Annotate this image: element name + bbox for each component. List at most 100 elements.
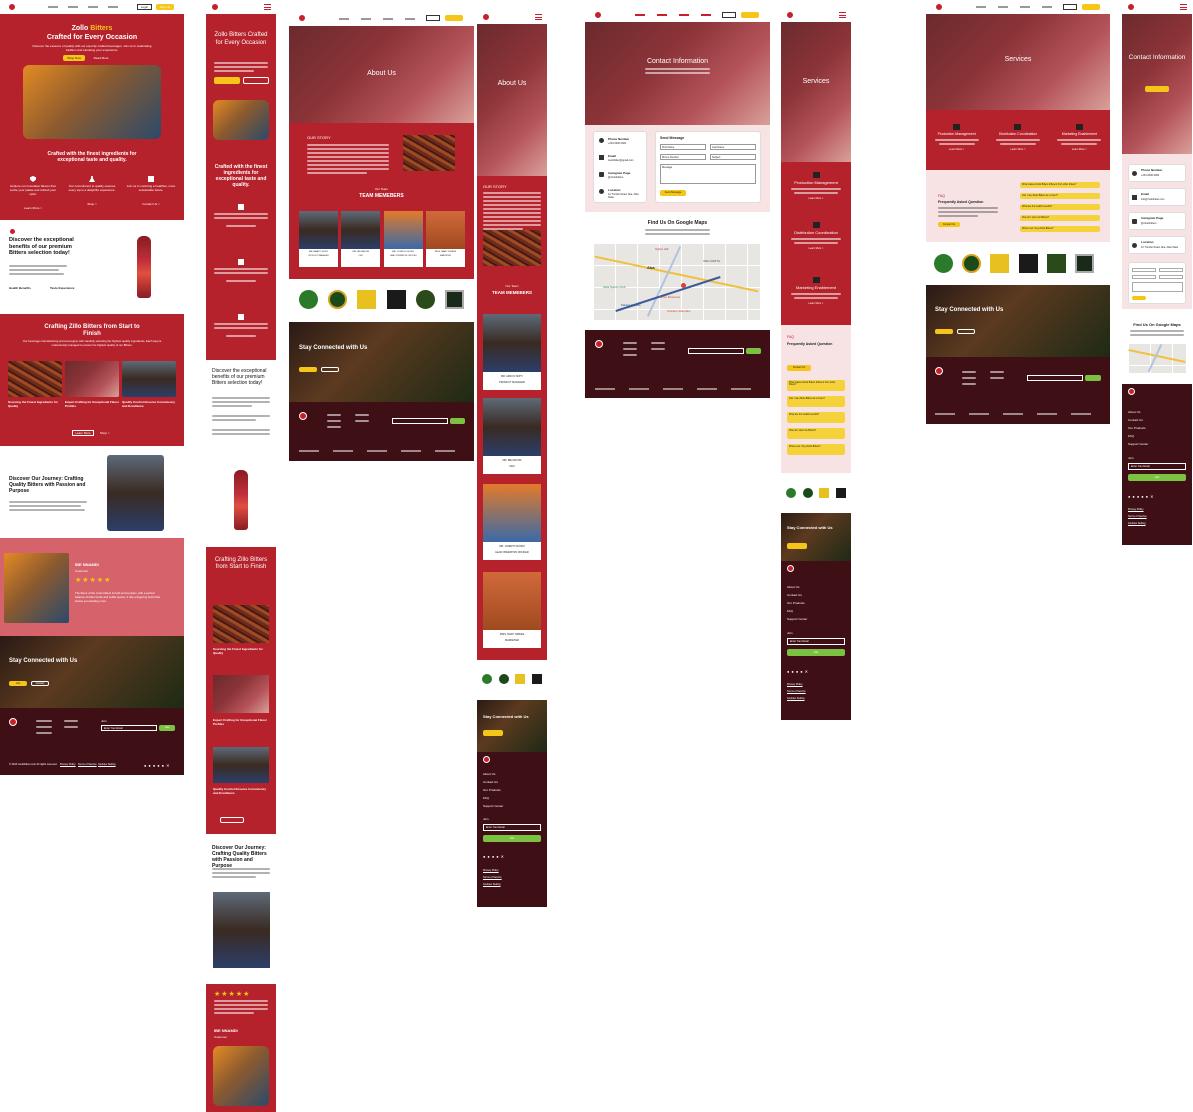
journey-section: Discover Our Journey: Crafting Quality B… bbox=[0, 446, 184, 538]
box-icon bbox=[148, 176, 154, 182]
hero-section: Zollo Bitters Crafted for Every Occasion … bbox=[0, 14, 184, 220]
partner-logo-icon bbox=[357, 290, 377, 309]
google-map[interactable] bbox=[1128, 343, 1186, 373]
footer-copyright: © 2024 zoolobitters.com All rights reser… bbox=[9, 763, 58, 766]
stay-join-button[interactable]: Join bbox=[9, 681, 27, 686]
team-card: MISS. MARY NWEKE MARKETER bbox=[483, 572, 541, 648]
team-card: MR. AMAYO NOHY PRODUCT MANAGER bbox=[299, 211, 338, 267]
hamburger-icon[interactable] bbox=[535, 14, 542, 20]
nav-links[interactable] bbox=[976, 6, 1056, 8]
mobile-journey: Discover Our Journey: Crafting Quality B… bbox=[206, 840, 276, 975]
service-item: Distribution Coordination Learn More > bbox=[991, 124, 1045, 170]
crafting-card[interactable]: Sourcing the Finest Ingredients for Qual… bbox=[8, 361, 62, 427]
map-pin-icon bbox=[681, 283, 686, 288]
bottle-image bbox=[137, 236, 151, 298]
faq-section: FAQ Frequently Asked Question Contact Us… bbox=[926, 170, 1110, 242]
crafting-card[interactable]: Expert Crafting for Exceptional Flavor P… bbox=[65, 361, 119, 427]
service-item: Marketing Enablement Learn More > bbox=[1052, 124, 1106, 170]
social-icons[interactable]: ●●●●✕ bbox=[483, 854, 506, 859]
contact-item: Phone Number +234 0000 0000 bbox=[597, 135, 643, 152]
mobile-feature bbox=[214, 204, 268, 227]
team-grid: MR. AMAYO NOHY PRODUCT MANAGER MR. IBE MA… bbox=[299, 211, 465, 267]
hero-image bbox=[23, 65, 161, 139]
logo-icon[interactable] bbox=[1127, 3, 1135, 11]
logo-icon[interactable] bbox=[786, 11, 794, 19]
signup-button[interactable] bbox=[445, 15, 463, 21]
crafting-section: Crafting Zillo Bitters from Start to Fin… bbox=[0, 314, 184, 446]
artboard-home-desktop: Login Sign Up Zollo Bitters Crafted for E… bbox=[0, 0, 184, 775]
footer-policy-link[interactable]: Privacy Policy bbox=[60, 763, 76, 766]
mobile-read-button[interactable] bbox=[243, 77, 269, 84]
social-icons[interactable]: ●●●●●✕ bbox=[144, 763, 171, 768]
footer-links-2[interactable] bbox=[64, 720, 78, 728]
shop-now-button[interactable]: Shop Now bbox=[63, 55, 85, 61]
logo-icon[interactable] bbox=[482, 13, 490, 21]
testimonial-quote: The flavor of the zoolo bitters is bold … bbox=[75, 591, 160, 603]
footer-policy-link[interactable]: Terms of Service bbox=[78, 763, 97, 766]
nav-links[interactable] bbox=[635, 14, 715, 16]
team-card: MR. IBE MAYOR CEO bbox=[341, 211, 381, 267]
nav-links[interactable] bbox=[339, 18, 419, 20]
hamburger-icon[interactable] bbox=[264, 4, 271, 10]
feature-item: Explore our innovative flavors that exci… bbox=[8, 176, 58, 216]
contact-item: Email zoolobitter@gmail.com bbox=[597, 152, 643, 169]
hamburger-icon[interactable] bbox=[839, 12, 846, 18]
footer-join-label: Join bbox=[101, 719, 107, 723]
logo-icon[interactable] bbox=[8, 3, 16, 11]
hamburger-icon[interactable] bbox=[1180, 4, 1187, 10]
crafting-learn-button[interactable]: Learn More bbox=[72, 430, 94, 436]
social-icons[interactable]: ●●●●●✕ bbox=[1128, 494, 1155, 499]
stay-contact-button[interactable]: Contact bbox=[31, 681, 49, 686]
flask-icon bbox=[89, 176, 95, 182]
logo-icon[interactable] bbox=[298, 14, 306, 22]
artboard-about-desktop: About Us OUR STORY Our Team TEAM MEMEBER… bbox=[289, 10, 474, 461]
location-icon bbox=[1132, 243, 1137, 248]
journey-text bbox=[9, 501, 89, 511]
team-card: MISS. MARY NWEKE MARKETER bbox=[425, 211, 465, 267]
logo-icon[interactable] bbox=[935, 3, 943, 11]
footer-join-button[interactable]: Join bbox=[159, 725, 175, 731]
artboard-contact-mobile: Contact Information Phone Number +234 000… bbox=[1122, 0, 1192, 545]
crafting-shop-link[interactable]: Shop > bbox=[100, 431, 110, 435]
team-card: MR. JOSEPH OKORO LEAD OPERATION OFFICER bbox=[383, 211, 423, 267]
instagram-icon bbox=[599, 172, 604, 177]
login-button[interactable] bbox=[426, 15, 440, 21]
mobile-shop-button[interactable] bbox=[214, 77, 240, 84]
logo-icon[interactable] bbox=[211, 3, 219, 11]
factory-icon bbox=[953, 124, 961, 130]
partner-logo-icon bbox=[299, 290, 318, 309]
artboard-contact-desktop: Contact Information Phone Number +234 000… bbox=[585, 8, 770, 398]
login-button[interactable]: Login bbox=[137, 4, 152, 10]
mobile-crafting-button[interactable] bbox=[220, 817, 244, 823]
footer-policy-link[interactable]: Cookies Setting bbox=[98, 763, 116, 766]
instagram-icon bbox=[1132, 219, 1137, 224]
contact-info-section: Phone Number +234 0000 0000 Email zoolobit… bbox=[585, 125, 770, 212]
mobile-hero-title: Zollo Bitters Crafted for Every Occasion bbox=[214, 32, 268, 46]
email-icon bbox=[1132, 195, 1137, 200]
signup-button[interactable]: Sign Up bbox=[156, 4, 174, 10]
footer-email-input[interactable]: Enter Your Email bbox=[101, 725, 157, 731]
nav-links[interactable] bbox=[48, 6, 128, 8]
google-map[interactable]: Ogbor Hill Aba ABA NORTH Abia Sports Clu… bbox=[593, 243, 760, 320]
footer-links[interactable] bbox=[36, 720, 52, 734]
contact-item: Location 12 Trombo Road, Aba, Abia State bbox=[597, 186, 643, 203]
partner-logos bbox=[786, 488, 846, 500]
truck-icon bbox=[1014, 124, 1022, 130]
artboard-services-desktop: Services Production Management Learn More… bbox=[926, 0, 1110, 424]
discover-title: Discover the exceptional benefits of our… bbox=[9, 237, 74, 256]
faq-section: FAQ Frequently Asked Question Contact Us… bbox=[781, 325, 851, 473]
truck-icon bbox=[812, 222, 820, 228]
discover-section: Discover the exceptional benefits of our… bbox=[0, 220, 184, 312]
footer-logo-icon[interactable] bbox=[9, 718, 17, 726]
mobile-feature bbox=[214, 314, 268, 337]
social-icons[interactable]: ●●●●✕ bbox=[787, 669, 810, 674]
feature-item: Our commitment to quality ensures every … bbox=[67, 176, 117, 216]
mobile-nav bbox=[206, 0, 276, 14]
crafting-card[interactable]: Quality Control Ensures Consistency and … bbox=[122, 361, 176, 427]
mobile-bottle-image bbox=[234, 470, 248, 530]
logo-icon[interactable] bbox=[594, 11, 602, 19]
mobile-features-title: Crafted with the finest ingredients for … bbox=[214, 164, 268, 188]
read-more-button[interactable]: Read More bbox=[90, 55, 112, 61]
partner-logos bbox=[299, 290, 464, 310]
mobile-crafting: Crafting Zillo Bitters from Start to Fin… bbox=[206, 547, 276, 834]
